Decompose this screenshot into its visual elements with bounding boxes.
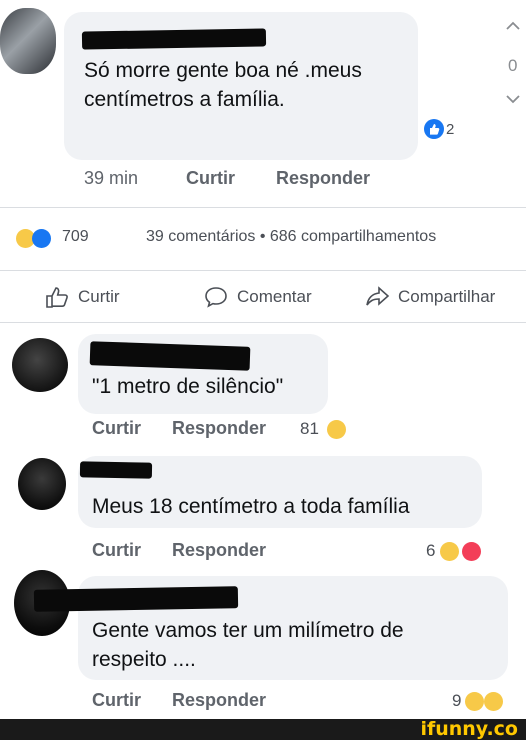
reaction-count: 81 [300, 419, 319, 438]
share-icon [366, 286, 390, 306]
reactions-total[interactable]: 709 [62, 228, 89, 246]
avatar[interactable] [0, 8, 56, 74]
like-action-label: Curtir [78, 287, 120, 306]
comment-text: "1 metro de silêncio" [92, 375, 284, 398]
share-action[interactable]: Compartilhar [364, 285, 495, 309]
reply-button[interactable]: Responder [172, 690, 266, 711]
comment-icon [205, 287, 227, 308]
comment-text: Gente vamos ter um milímetro de respeito… [92, 619, 404, 671]
reaction-summary[interactable]: 2 [424, 119, 454, 139]
divider [0, 322, 526, 323]
love-icon [462, 542, 481, 561]
haha-icon [440, 542, 459, 561]
reaction-count: 6 [426, 541, 436, 560]
brand-logo: ifunny.co [420, 718, 518, 740]
chevron-down-icon[interactable] [504, 92, 522, 111]
comment-action-label: Comentar [237, 287, 312, 306]
reply-button[interactable]: Responder [172, 418, 266, 439]
thumb-up-icon [46, 287, 68, 308]
like-reaction-icon [424, 119, 444, 139]
avatar[interactable] [12, 338, 68, 392]
comment-time: 39 min [84, 168, 139, 188]
watermark-bar: ifunny.co [0, 719, 526, 740]
haha-icon [465, 692, 484, 711]
like-button[interactable]: Curtir [92, 540, 141, 561]
like-button[interactable]: Curtir [92, 690, 141, 711]
comments-shares-count[interactable]: 39 comentários • 686 compartilhamentos [146, 228, 436, 246]
redacted-author [79, 461, 153, 479]
reply-button[interactable]: Responder [276, 168, 370, 189]
reply-button[interactable]: Responder [172, 540, 266, 561]
like-button[interactable]: Curtir [186, 168, 235, 189]
reaction-count: 9 [452, 691, 462, 710]
like-action[interactable]: Curtir [44, 285, 120, 309]
redacted-author [81, 28, 267, 50]
side-number: 0 [508, 56, 518, 75]
avatar[interactable] [18, 458, 66, 510]
share-action-label: Compartilhar [398, 287, 496, 306]
comment-action[interactable]: Comentar [203, 285, 312, 309]
reaction-count: 2 [446, 120, 455, 138]
chevron-up-icon[interactable] [504, 18, 522, 37]
divider [0, 207, 526, 208]
reaction-icons[interactable] [16, 229, 56, 249]
sad-icon [484, 692, 503, 711]
redacted-author [33, 586, 239, 612]
like-button[interactable]: Curtir [92, 418, 141, 439]
like-icon [32, 229, 51, 248]
divider [0, 270, 526, 271]
comment-text: Meus 18 centímetro a toda família [92, 495, 410, 518]
comment-text: Só morre gente boa né .meus centímetros … [84, 59, 362, 111]
haha-icon [327, 420, 346, 439]
